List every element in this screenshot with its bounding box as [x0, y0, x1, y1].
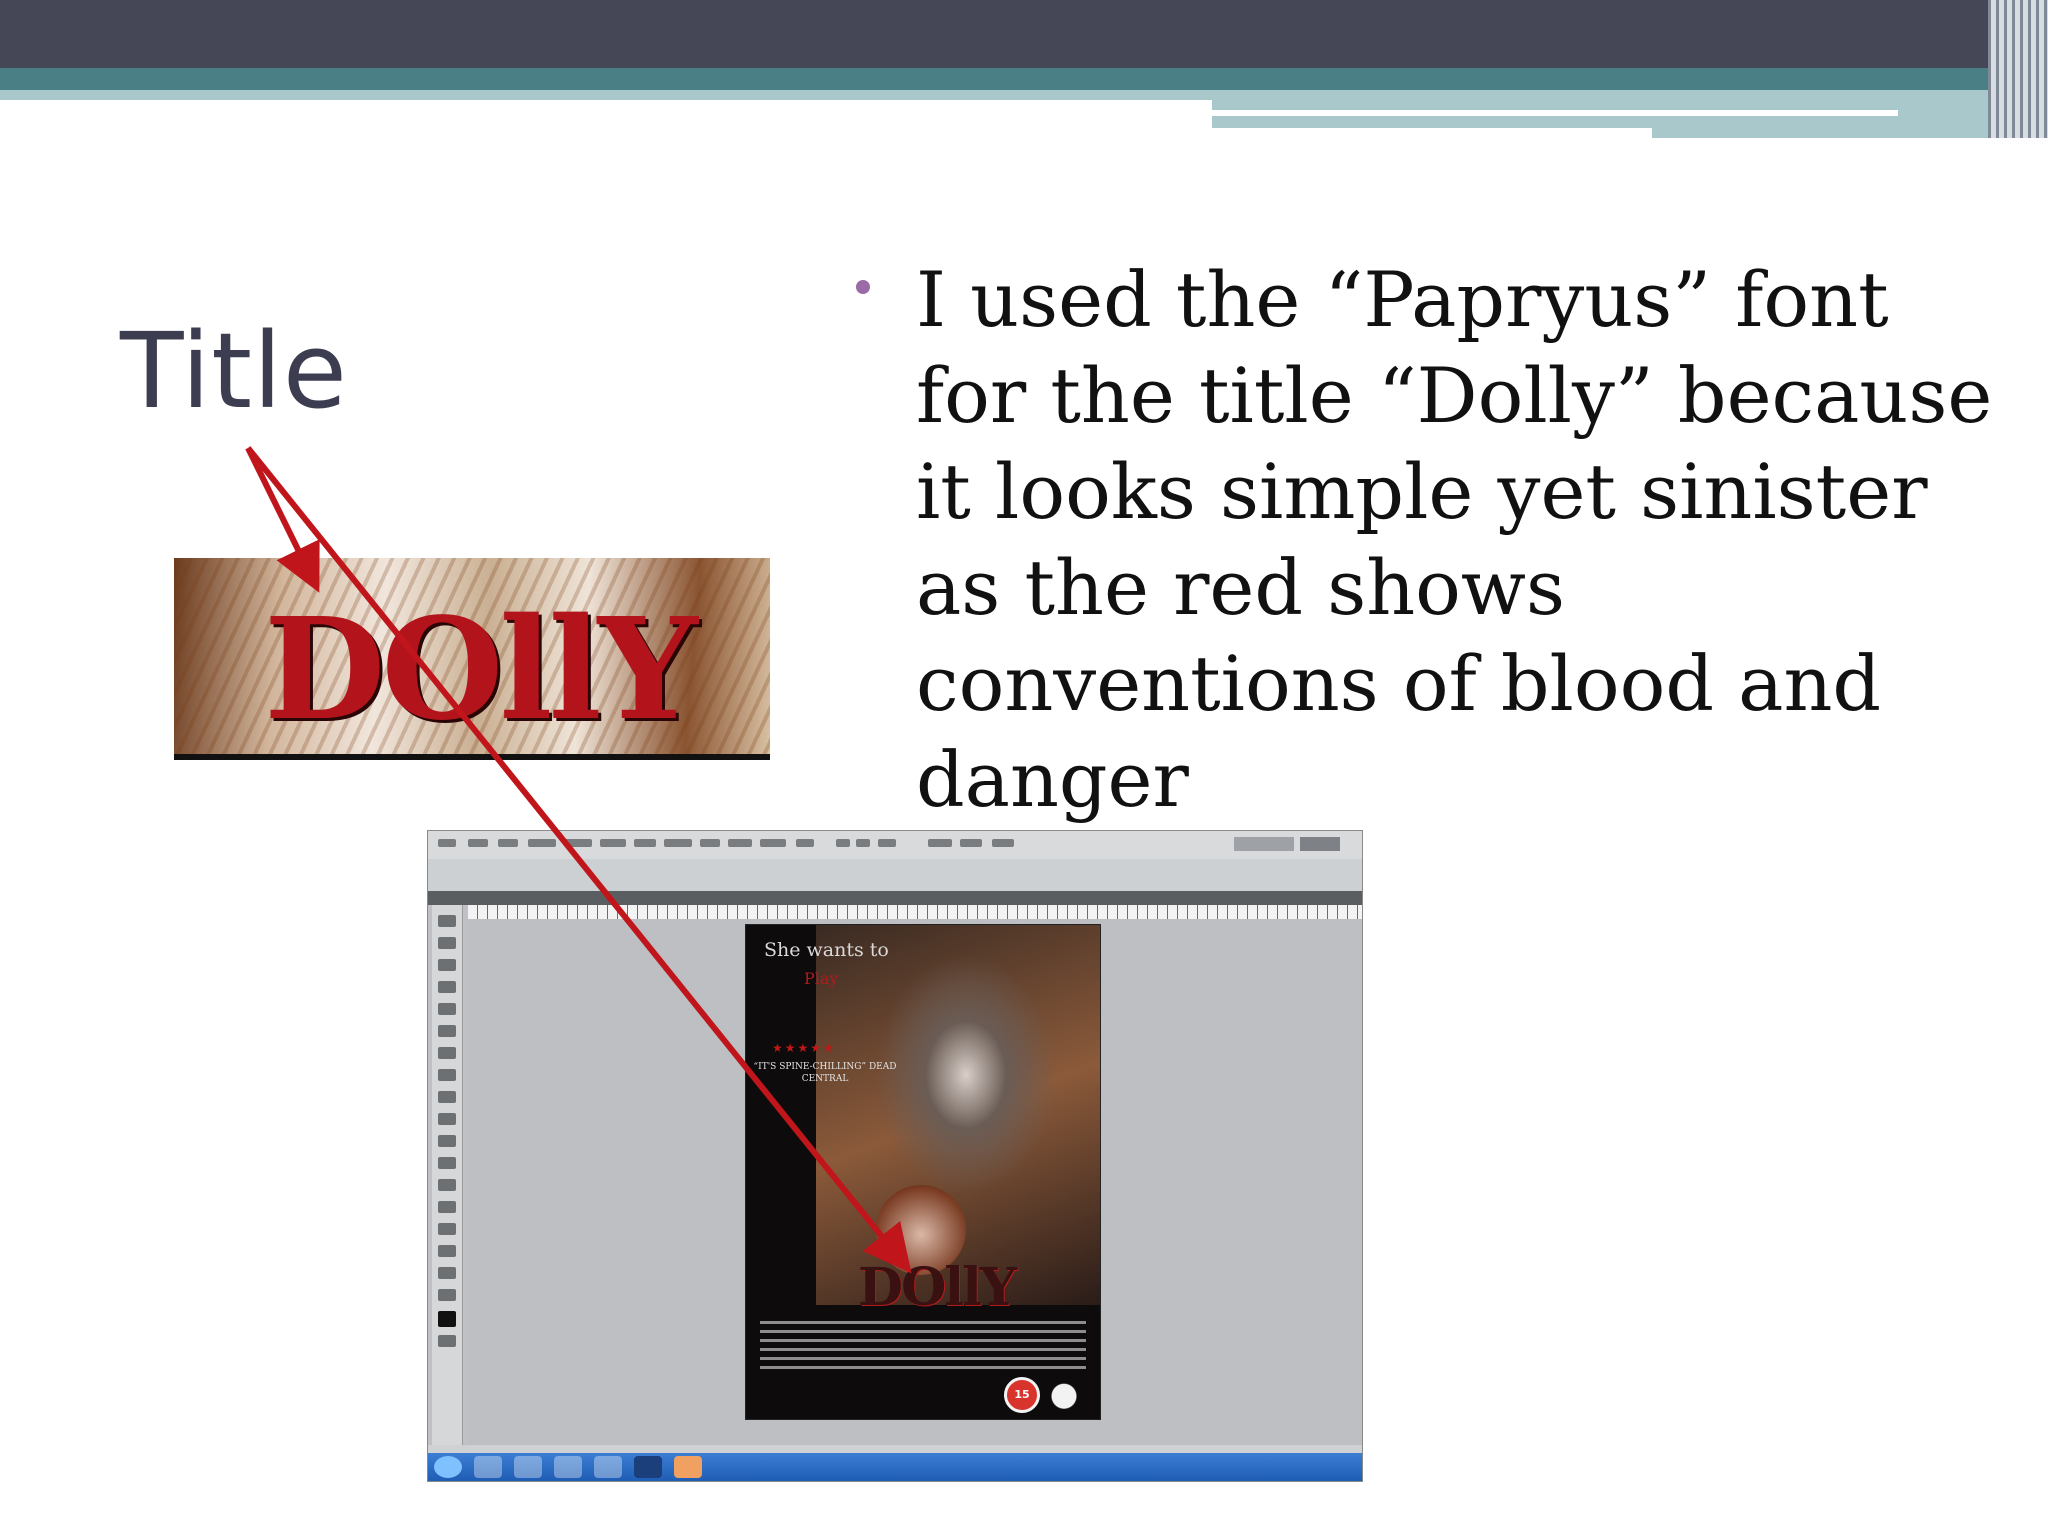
- start-button-icon: [434, 1456, 462, 1478]
- bullet-text: I used the “Papryus” font for the title …: [916, 255, 1993, 824]
- header-bar-light: [0, 90, 1212, 100]
- bullet-dot-icon: [856, 280, 870, 294]
- header-bar-teal: [0, 68, 2048, 90]
- taskbar-app-icon: [674, 1456, 702, 1478]
- poster-tagline: She wants to: [764, 939, 889, 961]
- poster-tagline-play: Play: [804, 969, 839, 988]
- photoshop-task-icon: [634, 1456, 662, 1478]
- ps-toolbox: [432, 905, 463, 1445]
- title-crop-image: DOllY: [174, 558, 770, 760]
- ps-options-bar: [428, 859, 1362, 892]
- title-crop-word: DOllY: [264, 588, 698, 752]
- poster-studio-logo-icon: [1044, 1377, 1084, 1409]
- taskbar-app-icon: [474, 1456, 502, 1478]
- poster-quote: “IT'S SPINE-CHILLING” DEAD CENTRAL: [753, 1062, 897, 1084]
- poster-title: DOllY: [858, 1257, 1017, 1318]
- poster-stars: ★★★★★: [772, 1041, 836, 1055]
- poster-rating-badge: 15: [1004, 1377, 1040, 1413]
- taskbar-app-icon: [594, 1456, 622, 1478]
- poster-credits: [760, 1321, 1086, 1371]
- header-bar-dark: [0, 0, 2048, 68]
- header-line: [1212, 128, 1652, 138]
- ps-workspace-button: [1234, 837, 1294, 851]
- ps-ruler: [468, 905, 1362, 919]
- ps-menu-bar: [428, 831, 1362, 860]
- slide-title: Title: [120, 310, 348, 432]
- header-stripes: [1988, 0, 2048, 138]
- windows-taskbar: [428, 1453, 1362, 1481]
- header-line: [1212, 110, 1898, 116]
- ps-document-tabs: [428, 891, 1362, 905]
- dolly-poster: She wants to Play ★★★★★ “IT'S SPINE-CHIL…: [745, 924, 1101, 1420]
- ps-workspace-button: [1300, 837, 1340, 851]
- taskbar-app-icon: [554, 1456, 582, 1478]
- taskbar-app-icon: [514, 1456, 542, 1478]
